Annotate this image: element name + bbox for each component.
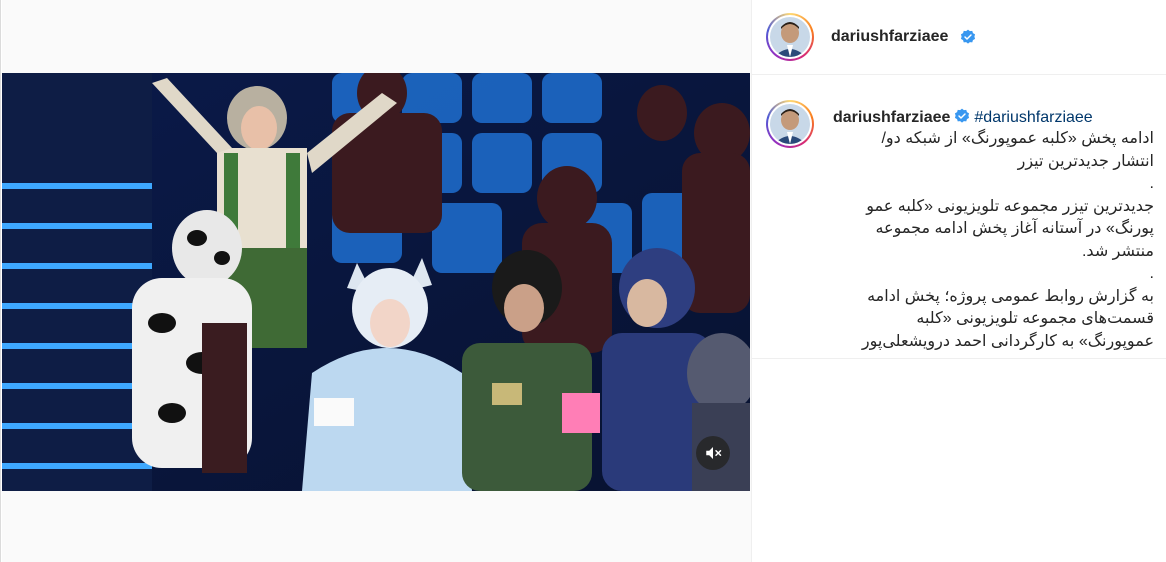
- caption-username[interactable]: dariushfarziaee: [833, 109, 950, 126]
- caption-avatar-image: [770, 104, 810, 144]
- caption-line: .: [1149, 265, 1154, 282]
- post-modal: dariushfarziaee dariushfarziaee #dariush…: [0, 0, 1166, 562]
- post-header: dariushfarziaee: [752, 0, 1166, 75]
- caption-line: پورنگ» در آستانه آغاز پخش ادامه مجموعه: [875, 220, 1154, 237]
- stage-stairs: [2, 73, 152, 491]
- video-frame: [2, 73, 750, 491]
- comments-divider: [752, 358, 1166, 359]
- caption-line: انتشار جدیدترین تیزر: [1017, 152, 1154, 170]
- mute-toggle-button[interactable]: [696, 436, 730, 470]
- caption-comment: dariushfarziaee #dariushfarziaee ادامه پ…: [752, 76, 1166, 359]
- caption-verified-badge-icon: [954, 108, 970, 129]
- caption-line: جدیدترین تیزر مجموعه تلویزیونی «کلبه عمو: [866, 197, 1154, 215]
- verified-badge-icon: [960, 29, 976, 50]
- caption-avatar[interactable]: [766, 100, 814, 148]
- avatar[interactable]: [766, 13, 814, 61]
- media-pane: [2, 0, 752, 562]
- caption-line: منتشر شد.: [1081, 242, 1154, 260]
- caption-line: .: [1149, 175, 1154, 192]
- caption-header: dariushfarziaee #dariushfarziaee: [833, 108, 1153, 129]
- header-username[interactable]: dariushfarziaee: [831, 28, 948, 46]
- avatar-image: [770, 17, 810, 57]
- caption-line: ادامه پخش «کلبه عموپورنگ» از شبکه دو/: [881, 130, 1154, 147]
- caption-text: ادامه پخش «کلبه عموپورنگ» از شبکه دو/ ان…: [832, 128, 1154, 353]
- caption-line: عموپورنگ» به کارگردانی احمد درویشعلی‌پور: [861, 332, 1154, 350]
- speaker-muted-icon: [706, 447, 722, 459]
- caption-hashtag-link[interactable]: #dariushfarziaee: [974, 109, 1092, 126]
- post-sidebar: dariushfarziaee dariushfarziaee #dariush…: [752, 0, 1166, 562]
- post-video[interactable]: [2, 73, 750, 491]
- caption-line: به گزارش روابط عمومی پروژه؛ پخش ادامه: [867, 287, 1154, 305]
- caption-line: قسمت‌های مجموعه تلویزیونی «کلبه: [916, 310, 1154, 327]
